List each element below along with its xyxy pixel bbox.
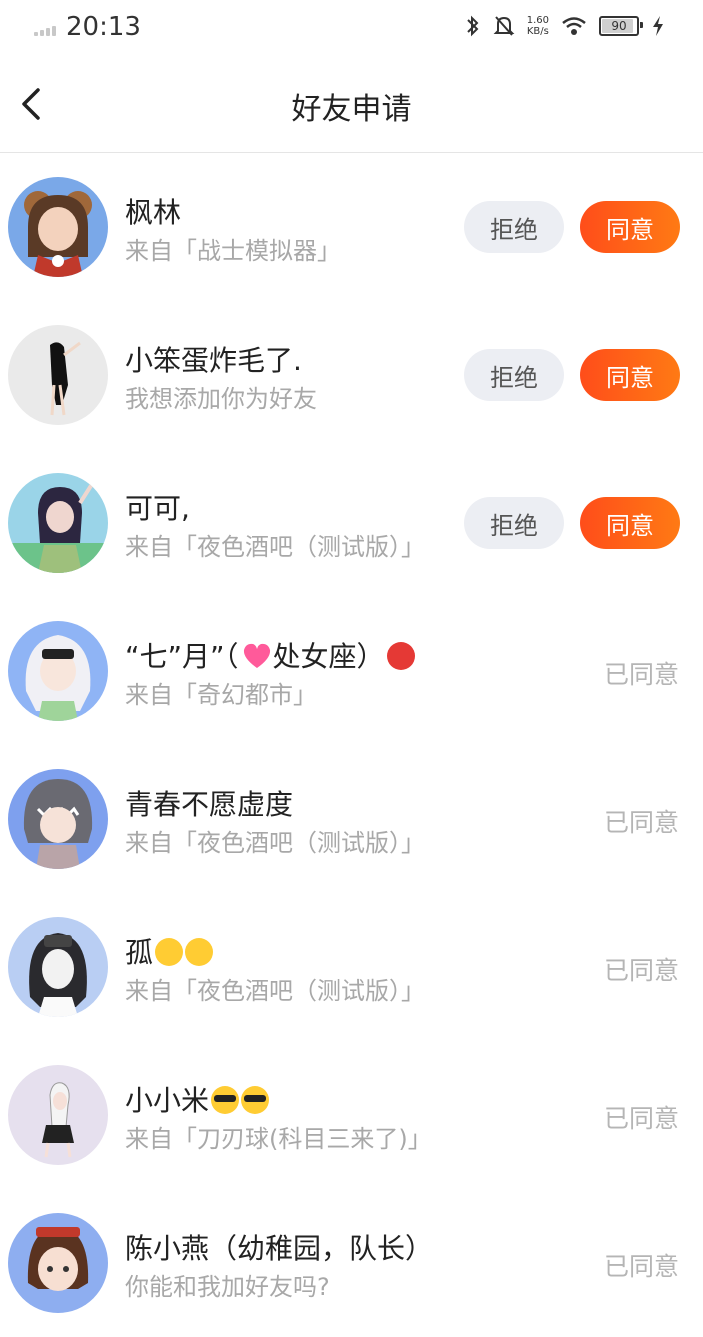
- request-source: 来自「夜色酒吧（测试版）」: [125, 977, 425, 1005]
- friend-request-item[interactable]: 孤 来自「夜色酒吧（测试版）」 已同意: [0, 893, 703, 1041]
- charging-icon: [653, 16, 663, 36]
- request-source: 来自「夜色酒吧（测试版）」: [125, 533, 425, 561]
- sunglasses-emoji-icon: [241, 1086, 270, 1114]
- battery-icon: 90: [599, 16, 643, 36]
- avatar[interactable]: [8, 177, 108, 277]
- friend-name: “七”月”（ 处女座）: [125, 635, 415, 675]
- avatar[interactable]: [8, 473, 108, 573]
- request-source: 来自「奇幻都市」: [125, 681, 317, 709]
- accept-button[interactable]: 同意: [580, 201, 680, 253]
- friend-request-item[interactable]: 青春不愿虚度 来自「夜色酒吧（测试版）」 已同意: [0, 745, 703, 893]
- reject-button[interactable]: 拒绝: [464, 497, 564, 549]
- signal-icon: [34, 26, 56, 36]
- friend-request-list: 枫林 来自「战士模拟器」 拒绝 同意 小笨蛋炸毛了. 我想添加你为好友 拒绝 同…: [0, 153, 703, 1337]
- avatar[interactable]: [8, 1065, 108, 1165]
- friend-request-item[interactable]: 小小米 来自「刀刃球(科目三来了)」 已同意: [0, 1041, 703, 1189]
- friend-name: 青春不愿虚度: [125, 788, 294, 821]
- friend-request-item[interactable]: 枫林 来自「战士模拟器」 拒绝 同意: [0, 153, 703, 301]
- status-bar: 20:13 1.60 KB/s 90: [0, 0, 703, 56]
- nav-bar: 好友申请: [0, 56, 703, 153]
- friend-name: 陈小燕（幼稚园，队长）: [125, 1232, 434, 1265]
- sunglasses-emoji-icon: [211, 1086, 240, 1114]
- status-time: 20:13: [66, 12, 141, 42]
- agreed-status: 已同意: [603, 1104, 679, 1133]
- agreed-status: 已同意: [603, 956, 679, 985]
- request-message: 我想添加你为好友: [125, 385, 317, 413]
- request-source: 来自「战士模拟器」: [125, 237, 341, 265]
- friend-request-item[interactable]: 小笨蛋炸毛了. 我想添加你为好友 拒绝 同意: [0, 301, 703, 449]
- agreed-status: 已同意: [603, 660, 679, 689]
- friend-name: 小笨蛋炸毛了.: [125, 344, 302, 377]
- page-title: 好友申请: [291, 92, 412, 127]
- accept-button[interactable]: 同意: [580, 497, 680, 549]
- avatar[interactable]: [8, 621, 108, 721]
- angry-emoji-icon: [386, 642, 415, 670]
- network-speed: 1.60 KB/s: [526, 15, 549, 37]
- request-source: 来自「刀刃球(科目三来了)」: [125, 1125, 432, 1153]
- friend-name: 孤: [125, 931, 214, 971]
- heart-emoji-icon: [241, 642, 273, 670]
- friend-request-item[interactable]: 陈小燕（幼稚园，队长） 你能和我加好友吗? 已同意: [0, 1189, 703, 1337]
- friend-name: 小小米: [125, 1079, 270, 1119]
- pensive-emoji-icon: [185, 938, 214, 966]
- bluetooth-icon: [467, 15, 479, 37]
- accept-button[interactable]: 同意: [580, 349, 680, 401]
- avatar[interactable]: [8, 325, 108, 425]
- reject-button[interactable]: 拒绝: [464, 201, 564, 253]
- avatar[interactable]: [8, 1213, 108, 1313]
- request-source: 来自「夜色酒吧（测试版）」: [125, 829, 425, 857]
- avatar[interactable]: [8, 917, 108, 1017]
- friend-name: 可可,: [125, 492, 190, 525]
- friend-request-item[interactable]: “七”月”（ 处女座） 来自「奇幻都市」 已同意: [0, 597, 703, 745]
- agreed-status: 已同意: [603, 1252, 679, 1281]
- friend-name: 枫林: [125, 196, 182, 229]
- agreed-status: 已同意: [603, 808, 679, 837]
- wifi-icon: [562, 17, 586, 35]
- mute-icon: [493, 16, 515, 36]
- avatar[interactable]: [8, 769, 108, 869]
- pensive-emoji-icon: [155, 938, 184, 966]
- friend-request-item[interactable]: 可可, 来自「夜色酒吧（测试版）」 拒绝 同意: [0, 449, 703, 597]
- request-message: 你能和我加好友吗?: [125, 1273, 330, 1301]
- reject-button[interactable]: 拒绝: [464, 349, 564, 401]
